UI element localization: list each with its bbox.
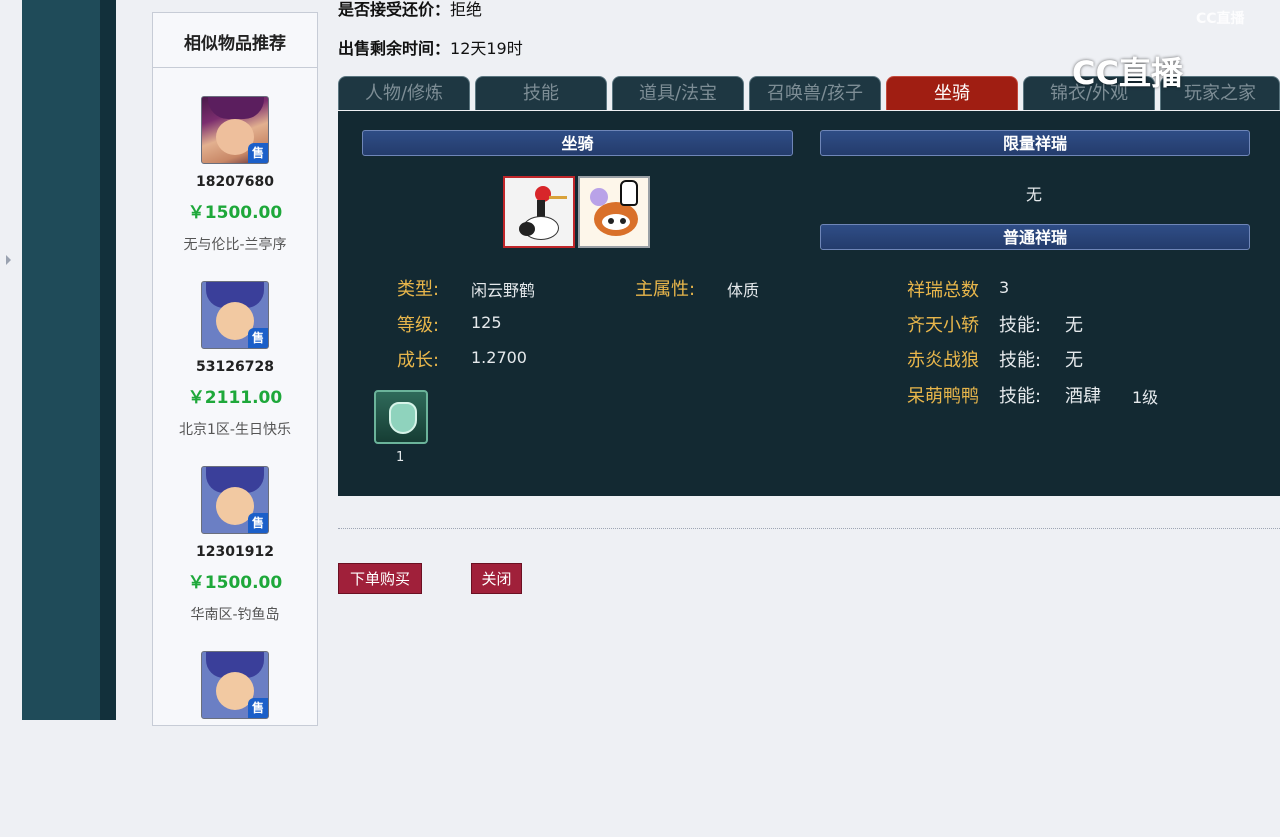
limited-auspicious-value: 无 <box>1026 185 1043 204</box>
crane-mount-icon <box>517 186 567 242</box>
recommend-item[interactable]: 售 12301912 ￥1500.00 华南区-钓鱼岛 <box>153 466 317 652</box>
bargain-row: 是否接受还价：拒绝 <box>338 0 482 20</box>
tab-pets[interactable]: 召唤兽/孩子 <box>749 76 881 110</box>
auspicious-name: 呆萌鸭鸭 <box>907 386 979 407</box>
sale-badge: 售 <box>248 513 268 533</box>
avatar[interactable]: 售 <box>201 466 269 534</box>
auspicious-skill-label: 技能: <box>999 386 1042 407</box>
place-order-button[interactable]: 下单购买 <box>338 563 422 594</box>
auspicious-skill-label: 技能: <box>999 350 1042 371</box>
sale-badge: 售 <box>248 698 268 718</box>
mount-level-label: 等级: <box>397 315 440 336</box>
tab-items[interactable]: 道具/法宝 <box>612 76 744 110</box>
mount-slot-crane[interactable] <box>503 176 575 248</box>
item-price: ￥1500.00 <box>187 573 283 593</box>
cc-live-watermark-small: CC直播 <box>1196 11 1245 27</box>
recommend-item[interactable]: 售 <box>153 651 317 837</box>
recommend-item[interactable]: 售 18207680 ￥1500.00 无与伦比-兰亭序 <box>153 96 317 282</box>
mount-tab-panel <box>338 111 1280 496</box>
mount-growth-label: 成长: <box>397 350 440 371</box>
mount-type-value: 闲云野鹤 <box>471 281 536 300</box>
left-scroll-rail[interactable] <box>0 0 23 720</box>
bargain-label: 是否接受还价： <box>338 0 451 19</box>
collapse-arrow-icon[interactable] <box>6 255 11 265</box>
auspicious-name: 齐天小轿 <box>907 315 979 336</box>
avatar[interactable]: 售 <box>201 96 269 164</box>
auspicious-name: 赤炎战狼 <box>907 350 979 371</box>
mount-attr-value: 体质 <box>727 281 760 300</box>
auspicious-skill-level: 1级 <box>1132 388 1159 407</box>
normal-auspicious-header: 普通祥瑞 <box>820 224 1250 250</box>
mount-slot-wolf[interactable] <box>578 176 650 248</box>
similar-items-panel: 相似物品推荐 售 18207680 ￥1500.00 无与伦比-兰亭序 售 53… <box>152 12 318 726</box>
background-band <box>22 0 100 720</box>
mount-attr-label: 主属性: <box>635 279 696 300</box>
recommend-item[interactable]: 售 53126728 ￥2111.00 北京1区-生日快乐 <box>153 281 317 467</box>
mount-type-label: 类型: <box>397 279 440 300</box>
shield-icon <box>389 402 417 434</box>
auspicious-total-value: 3 <box>999 278 1010 297</box>
remaining-time-label: 出售剩余时间： <box>338 39 451 58</box>
tab-character[interactable]: 人物/修炼 <box>338 76 470 110</box>
auspicious-skill-value: 无 <box>1065 315 1083 336</box>
item-id: 53126728 <box>196 359 274 375</box>
divider <box>338 528 1280 530</box>
remaining-time-row: 出售剩余时间：12天19时 <box>338 35 523 59</box>
item-id: 18207680 <box>196 174 274 190</box>
item-id: 12301912 <box>196 544 274 560</box>
mount-level-value: 125 <box>471 313 502 332</box>
item-server: 北京1区-生日快乐 <box>179 422 291 438</box>
close-button[interactable]: 关闭 <box>471 563 522 594</box>
hand-cursor-icon <box>620 180 638 206</box>
item-server: 无与伦比-兰亭序 <box>183 237 287 253</box>
mount-equipment-slot[interactable] <box>374 390 428 444</box>
avatar[interactable]: 售 <box>201 281 269 349</box>
item-price: ￥2111.00 <box>187 388 283 408</box>
sale-badge: 售 <box>248 143 268 163</box>
sale-badge: 售 <box>248 328 268 348</box>
mount-section-header: 坐骑 <box>362 130 793 156</box>
bargain-value: 拒绝 <box>450 0 483 19</box>
tab-mount[interactable]: 坐骑 <box>886 76 1018 110</box>
background-strip <box>100 0 116 720</box>
tab-skills[interactable]: 技能 <box>475 76 607 110</box>
divider <box>153 67 317 68</box>
item-price: ￥1500.00 <box>187 203 283 223</box>
auspicious-skill-label: 技能: <box>999 315 1042 336</box>
mount-growth-value: 1.2700 <box>471 348 527 367</box>
equipment-count: 1 <box>396 450 405 465</box>
auspicious-skill-value: 无 <box>1065 350 1083 371</box>
similar-items-title: 相似物品推荐 <box>184 34 286 54</box>
item-server: 华南区-钓鱼岛 <box>190 607 280 623</box>
cc-live-logo: CC直播 <box>1072 54 1183 92</box>
avatar[interactable]: 售 <box>201 651 269 719</box>
limited-auspicious-header: 限量祥瑞 <box>820 130 1250 156</box>
auspicious-skill-value: 酒肆 <box>1065 386 1101 407</box>
remaining-time-value: 12天19时 <box>450 39 523 58</box>
auspicious-total-label: 祥瑞总数 <box>907 280 979 301</box>
